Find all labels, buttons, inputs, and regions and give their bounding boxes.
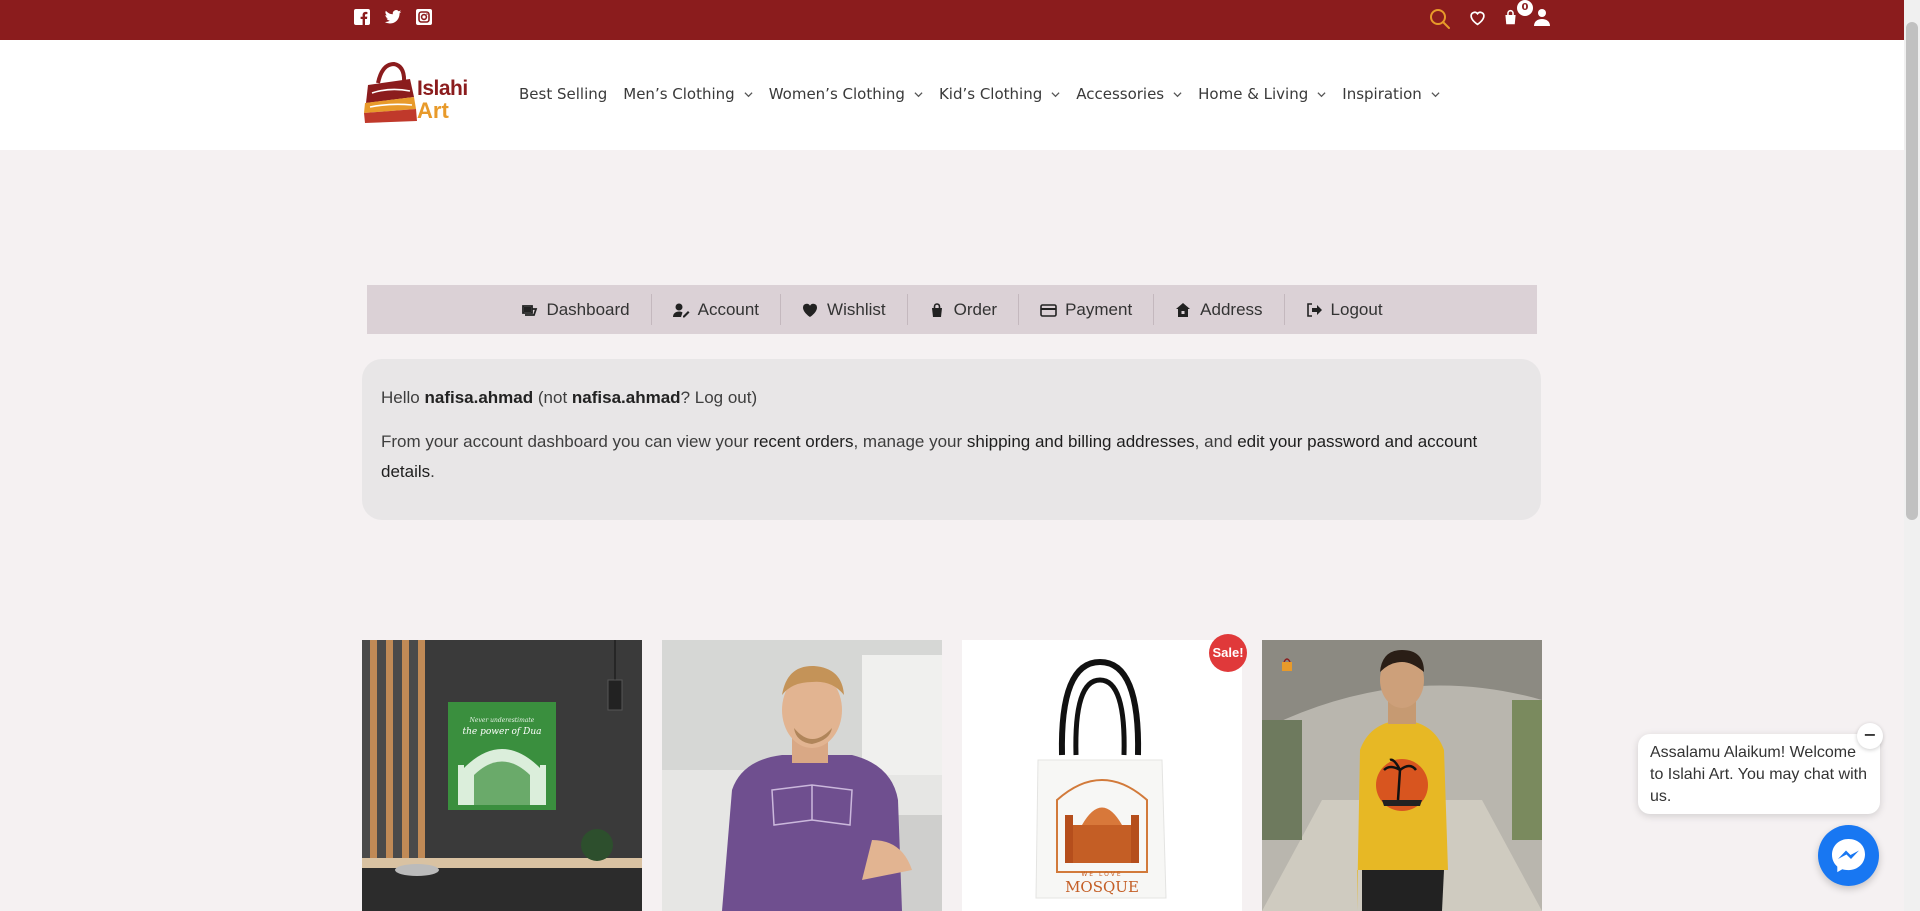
instagram-icon[interactable] — [415, 8, 433, 26]
cart-count-badge: 0 — [1517, 0, 1533, 16]
tab-label: Payment — [1065, 299, 1133, 319]
tab-label: Wishlist — [827, 299, 886, 319]
hello-text: Hello — [381, 388, 420, 407]
desc-text-3: , and — [1194, 432, 1233, 451]
product-card-yellow-tshirt[interactable] — [1262, 640, 1542, 911]
addresses-link[interactable]: shipping and billing addresses — [967, 432, 1195, 451]
tab-logout[interactable]: Logout — [1285, 294, 1404, 325]
heart-icon — [803, 303, 818, 317]
tab-label: Dashboard — [546, 299, 630, 319]
primary-nav: Best Selling Men’s Clothing Women’s Clothi… — [511, 85, 1448, 103]
nav-item-label: Home & Living — [1198, 85, 1309, 103]
nav-item-label: Accessories — [1076, 85, 1165, 103]
user-edit-icon — [672, 303, 690, 317]
canvas-art-text-1: Never underestimate — [469, 717, 535, 724]
shopping-bag-icon — [931, 302, 942, 317]
chevron-down-icon — [1051, 91, 1060, 97]
nav-item-home-living[interactable]: Home & Living — [1198, 85, 1326, 103]
wishlist-heart-icon[interactable] — [1469, 10, 1486, 30]
shopping-bag-logo-icon — [364, 61, 417, 123]
tab-address[interactable]: Address — [1154, 294, 1285, 325]
nav-item-inspiration[interactable]: Inspiration — [1342, 85, 1440, 103]
chevron-down-icon — [744, 91, 753, 97]
product-image-man-yellow-tshirt — [1262, 640, 1542, 911]
social-links — [353, 8, 433, 26]
top-bar: 0 — [0, 0, 1904, 40]
tab-dashboard[interactable]: Dashboard — [500, 294, 652, 325]
account-navigation: Dashboard Account Wishlist Order Payment Addr… — [367, 285, 1537, 334]
tab-label: Account — [697, 299, 760, 319]
messenger-icon — [1832, 839, 1865, 873]
desc-text-4: . — [430, 462, 435, 481]
canvas-art-text-2: the power of Dua — [463, 727, 542, 737]
product-image-canvas-dua: Never underestimate the power of Dua — [362, 640, 642, 911]
chevron-down-icon — [1173, 91, 1182, 97]
nav-item-label: Kid’s Clothing — [938, 85, 1043, 103]
nav-item-label: Women’s Clothing — [768, 85, 905, 103]
not-text: (not — [537, 388, 568, 407]
tab-label: Order — [953, 299, 998, 319]
header-actions: 0 — [1428, 0, 1553, 35]
desc-text-1: From your account dashboard you can view… — [381, 432, 749, 451]
sale-badge: Sale! — [1209, 634, 1247, 672]
tab-order[interactable]: Order — [908, 294, 1020, 325]
cart-icon[interactable] — [1502, 9, 1519, 30]
chat-close-button[interactable]: − — [1857, 723, 1883, 749]
nav-item-men-s-clothing[interactable]: Men’s Clothing — [623, 85, 753, 103]
chevron-down-icon — [914, 91, 923, 97]
brand-logo[interactable]: Islahi Art — [362, 61, 468, 129]
dashboard-welcome: Hello nafisa.ahmad (not nafisa.ahmad? Lo… — [362, 359, 1541, 520]
brand-line1: Islahi — [417, 77, 468, 100]
product-image-mosque-tote: WE LOVE MOSQUE — [962, 640, 1242, 911]
credit-card-icon — [1040, 303, 1057, 317]
nav-item-label: Best Selling — [519, 85, 608, 103]
username-2: nafisa.ahmad — [571, 388, 681, 407]
scrollbar-thumb[interactable] — [1906, 22, 1918, 520]
dashboard-icon — [522, 304, 538, 316]
product-card-canvas[interactable]: Never underestimate the power of Dua — [362, 640, 642, 911]
chat-greeting-bubble[interactable]: Assalamu Alaikum! Welcome to Islahi Art.… — [1638, 734, 1880, 814]
tab-label: Address — [1200, 299, 1263, 319]
tab-wishlist[interactable]: Wishlist — [781, 294, 908, 325]
tab-account[interactable]: Account — [652, 294, 782, 325]
dashboard-description: From your account dashboard you can view… — [381, 427, 1522, 487]
nav-item-kid-s-clothing[interactable]: Kid’s Clothing — [939, 85, 1060, 103]
tote-text-2: MOSQUE — [1065, 878, 1139, 896]
brand-name: Islahi Art — [417, 78, 468, 122]
product-card-purple-tshirt[interactable] — [662, 640, 942, 911]
brand-line2: Art — [417, 98, 449, 123]
recent-orders-link[interactable]: recent orders — [753, 432, 853, 451]
chevron-down-icon — [1317, 91, 1326, 97]
tote-text-1: WE LOVE — [1081, 871, 1122, 878]
product-card-mosque-tote[interactable]: WE LOVE MOSQUE — [962, 640, 1242, 911]
chevron-down-icon — [1431, 91, 1440, 97]
nav-item-label: Inspiration — [1342, 85, 1422, 103]
search-icon[interactable] — [1428, 7, 1452, 35]
messenger-button[interactable] — [1818, 825, 1879, 886]
nav-item-accessories[interactable]: Accessories — [1076, 85, 1182, 103]
tab-label: Logout — [1330, 299, 1383, 319]
sign-out-icon — [1306, 302, 1322, 317]
logout-link[interactable]: ? Log out) — [681, 388, 758, 407]
nav-item-women-s-clothing[interactable]: Women’s Clothing — [769, 85, 923, 103]
username: nafisa.ahmad — [424, 388, 534, 407]
user-icon[interactable] — [1533, 8, 1551, 30]
product-image-man-purple-tshirt — [662, 640, 942, 911]
twitter-icon[interactable] — [384, 8, 402, 26]
desc-text-2: , manage your — [853, 432, 963, 451]
main-header: Islahi Art Best Selling Men’s Clothing Wom… — [0, 40, 1904, 150]
page-scrollbar[interactable] — [1904, 0, 1920, 911]
facebook-icon[interactable] — [353, 8, 371, 26]
nav-item-best-selling[interactable]: Best Selling — [519, 85, 607, 103]
product-grid: Never underestimate the power of Dua WE … — [362, 640, 1542, 911]
nav-item-label: Men’s Clothing — [623, 85, 735, 103]
greeting-line: Hello nafisa.ahmad (not nafisa.ahmad? Lo… — [381, 383, 1522, 413]
tab-payment[interactable]: Payment — [1019, 294, 1155, 325]
house-icon — [1176, 302, 1191, 317]
